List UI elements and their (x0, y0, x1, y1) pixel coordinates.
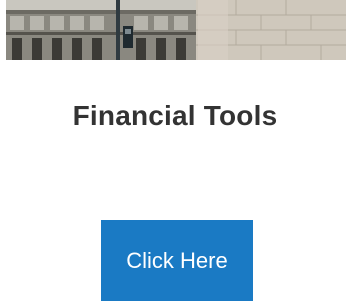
banner-image (6, 0, 346, 60)
page-title: Financial Tools (72, 100, 278, 131)
building-facade-illustration (6, 0, 346, 60)
click-here-button[interactable]: Click Here (101, 220, 253, 301)
